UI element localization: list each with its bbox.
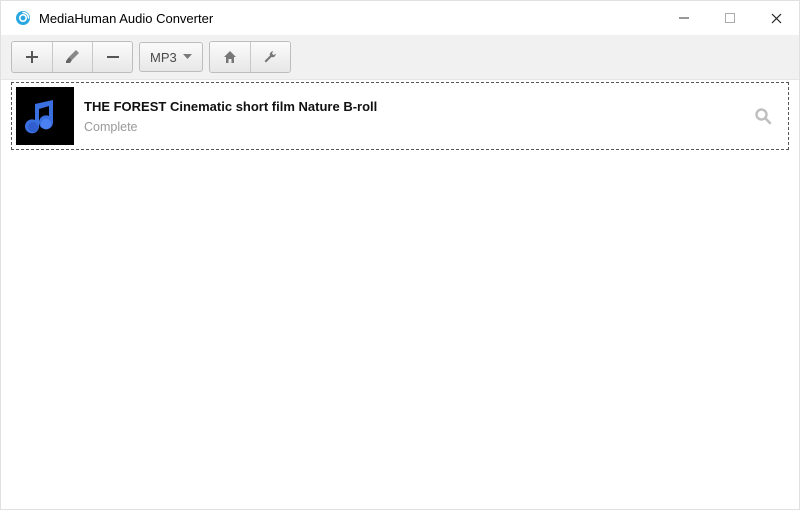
close-button[interactable]	[753, 3, 799, 33]
wrench-icon	[262, 49, 278, 65]
music-note-icon	[23, 94, 67, 138]
remove-button[interactable]	[92, 42, 132, 72]
app-icon	[15, 10, 31, 26]
home-icon	[222, 49, 238, 65]
plus-icon	[25, 50, 39, 64]
item-status: Complete	[84, 120, 742, 134]
search-icon	[754, 107, 772, 125]
format-dropdown[interactable]: MP3	[139, 42, 203, 72]
settings-button[interactable]	[250, 42, 290, 72]
content-area: THE FOREST Cinematic short film Nature B…	[1, 80, 799, 160]
brush-icon	[65, 49, 81, 65]
chevron-down-icon	[183, 54, 192, 60]
item-meta: THE FOREST Cinematic short film Nature B…	[84, 99, 742, 134]
clear-button[interactable]	[52, 42, 92, 72]
list-item[interactable]: THE FOREST Cinematic short film Nature B…	[11, 82, 789, 150]
maximize-button[interactable]	[707, 3, 753, 33]
window-controls	[661, 3, 799, 33]
minimize-button[interactable]	[661, 3, 707, 33]
minus-icon	[106, 50, 120, 64]
item-title: THE FOREST Cinematic short film Nature B…	[84, 99, 742, 114]
file-buttons-group	[11, 41, 133, 73]
locate-button[interactable]	[752, 105, 774, 127]
window-title: MediaHuman Audio Converter	[39, 11, 213, 26]
format-label: MP3	[150, 50, 177, 65]
item-thumbnail	[16, 87, 74, 145]
home-button[interactable]	[210, 42, 250, 72]
titlebar: MediaHuman Audio Converter	[1, 1, 799, 35]
toolbar: MP3	[1, 35, 799, 80]
action-buttons-group	[209, 41, 291, 73]
add-button[interactable]	[12, 42, 52, 72]
